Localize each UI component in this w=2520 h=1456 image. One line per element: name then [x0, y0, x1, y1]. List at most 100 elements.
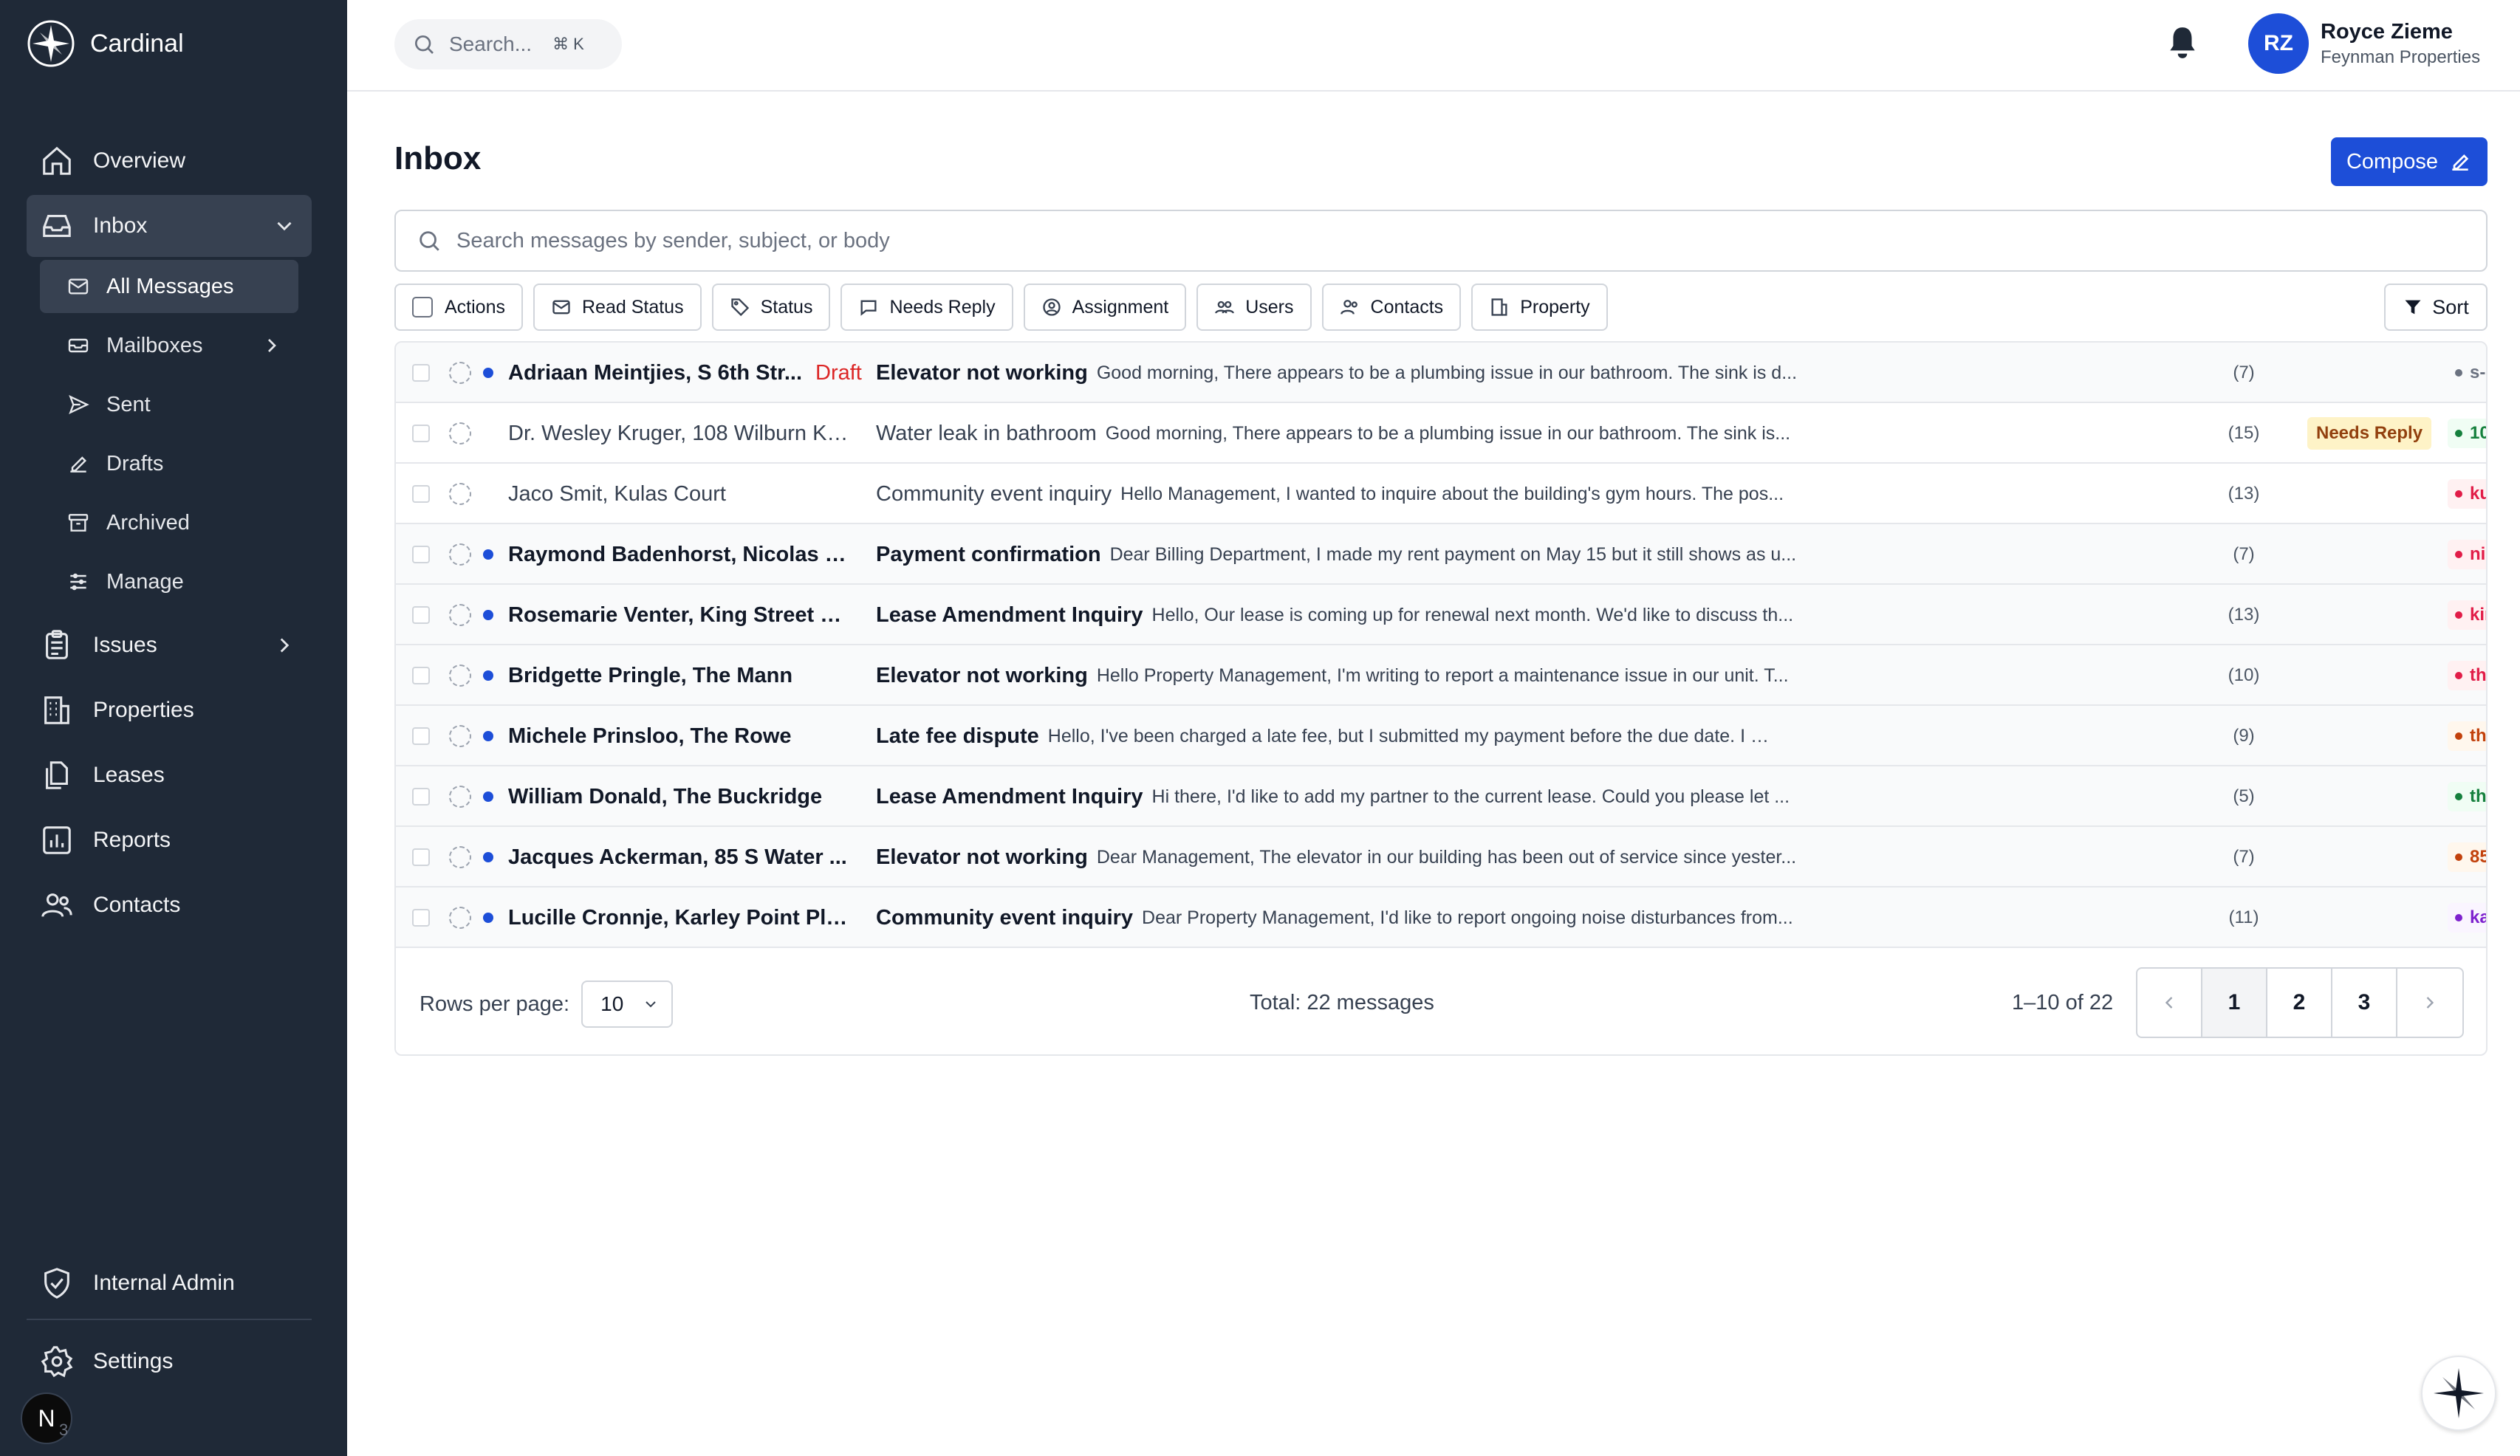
needs-reply-filter[interactable]: Needs Reply [840, 284, 1013, 331]
row-checkbox[interactable] [412, 706, 430, 766]
row-checkbox[interactable] [412, 827, 430, 887]
page-button-3[interactable]: 3 [2332, 969, 2397, 1037]
row-checkbox[interactable] [412, 585, 430, 645]
status-circle-icon[interactable] [449, 403, 471, 464]
brand[interactable]: Cardinal [27, 19, 184, 68]
compass-star-icon [2434, 1368, 2484, 1418]
row-subject: Lease Amendment Inquiry [876, 602, 1143, 627]
status-filter[interactable]: Status [711, 284, 831, 331]
row-checkbox[interactable] [412, 464, 430, 524]
nav-contacts[interactable]: Contacts [27, 874, 312, 936]
actions-label: Actions [445, 296, 505, 317]
table-row[interactable]: William Donald, The Buckridge Lease Amen… [396, 766, 2486, 827]
rows-per-page-select[interactable]: 10 [581, 981, 674, 1028]
message-search-input[interactable]: Search messages by sender, subject, or b… [394, 210, 2488, 272]
row-preview: Hello Property Management, I'm writing t… [1096, 665, 1789, 686]
page-button-1[interactable]: 1 [2202, 969, 2267, 1037]
property-tag[interactable]: 85-s-water-str... [2448, 827, 2486, 887]
total-messages: Total: 22 messages [1250, 991, 1434, 1014]
row-sender: Lucille Cronnje, Karley Point Place [508, 905, 851, 930]
status-circle-icon[interactable] [449, 645, 471, 706]
table-row[interactable]: Dr. Wesley Kruger, 108 Wilburn Ke... Wat… [396, 403, 2486, 464]
sub-all-messages[interactable]: All Messages [40, 260, 298, 313]
sub-manage[interactable]: Manage [40, 555, 298, 608]
search-icon [420, 231, 439, 251]
page-button-2[interactable]: 2 [2267, 969, 2332, 1037]
property-tag[interactable]: kulas-court [2448, 464, 2486, 524]
row-checkbox[interactable] [412, 343, 430, 403]
bell-icon[interactable] [2164, 22, 2201, 63]
sub-sent[interactable]: Sent [40, 378, 298, 431]
row-checkbox[interactable] [412, 524, 430, 585]
table-row[interactable]: Rosemarie Venter, King Street Pl... Leas… [396, 585, 2486, 645]
property-tag[interactable]: 108-wilburn-ke... [2448, 403, 2486, 464]
table-row[interactable]: Lucille Cronnje, Karley Point Place Comm… [396, 887, 2486, 948]
sort-button[interactable]: Sort [2384, 284, 2488, 331]
row-checkbox[interactable] [412, 766, 430, 827]
row-subject: Late fee dispute [876, 724, 1039, 748]
actions-button[interactable]: Actions [394, 284, 523, 331]
chevron-down-icon[interactable] [272, 213, 297, 238]
assistant-fab[interactable] [2421, 1356, 2496, 1431]
row-checkbox[interactable] [412, 887, 430, 948]
property-tag[interactable]: karley-point-pl... [2448, 887, 2486, 948]
property-tag[interactable]: s-6th-street-p... [2448, 343, 2486, 403]
nav-inbox[interactable]: Inbox [27, 195, 312, 257]
status-circle-icon[interactable] [449, 585, 471, 645]
row-sender: Bridgette Pringle, The Mann [508, 663, 793, 687]
status-circle-icon[interactable] [449, 343, 471, 403]
next-page-button[interactable] [2397, 969, 2462, 1037]
status-circle-icon[interactable] [449, 706, 471, 766]
read-status-filter[interactable]: Read Status [533, 284, 702, 331]
global-search-input[interactable]: Search... ⌘ K [394, 19, 622, 69]
property-tag[interactable]: the-rowe [2448, 706, 2486, 766]
table-row[interactable]: Raymond Badenhorst, Nicolas Pl... Paymen… [396, 524, 2486, 585]
status-circle-icon[interactable] [449, 887, 471, 948]
status-circle-icon[interactable] [449, 766, 471, 827]
nav-reports-label: Reports [93, 828, 171, 852]
unread-dot-icon [483, 343, 493, 403]
row-preview: Hello Management, I wanted to inquire ab… [1120, 483, 1784, 504]
nav-reports[interactable]: Reports [27, 809, 312, 871]
property-tag[interactable]: king-street-place [2448, 585, 2486, 645]
nav-properties[interactable]: Properties [27, 679, 312, 741]
row-sender: Dr. Wesley Kruger, 108 Wilburn Ke... [508, 421, 851, 445]
table-row[interactable]: Jacques Ackerman, 85 S Water ... Elevato… [396, 827, 2486, 887]
inbox-icon [43, 215, 71, 237]
row-sender: Raymond Badenhorst, Nicolas Pl... [508, 542, 851, 566]
property-tag[interactable]: nicolas-place [2448, 524, 2486, 585]
table-row[interactable]: Jaco Smit, Kulas Court Community event i… [396, 464, 2486, 524]
sub-mailboxes[interactable]: Mailboxes [40, 319, 298, 372]
nav-overview[interactable]: Overview [27, 130, 312, 192]
clipboard-icon [46, 630, 68, 659]
property-tag[interactable]: the-mann [2448, 645, 2486, 706]
prev-page-button[interactable] [2137, 969, 2202, 1037]
table-row[interactable]: Michele Prinsloo, The Rowe Late fee disp… [396, 706, 2486, 766]
chevron-right-icon[interactable] [260, 334, 284, 357]
nav-issues[interactable]: Issues [27, 614, 312, 676]
sub-archived[interactable]: Archived [40, 496, 298, 549]
row-message: Elevator not working Dear Management, Th… [876, 827, 2205, 887]
property-tag[interactable]: the-buckridge [2448, 766, 2486, 827]
property-filter[interactable]: Property [1471, 284, 1608, 331]
rows-per-page: Rows per page: 10 [420, 981, 674, 1028]
status-circle-icon[interactable] [449, 464, 471, 524]
nav-leases[interactable]: Leases [27, 744, 312, 806]
assignment-label: Assignment [1072, 296, 1169, 317]
nav-settings[interactable]: Settings [27, 1330, 312, 1393]
status-circle-icon[interactable] [449, 827, 471, 887]
nav-internal-admin[interactable]: Internal Admin [27, 1252, 312, 1314]
sub-drafts[interactable]: Drafts [40, 437, 298, 490]
contacts-filter[interactable]: Contacts [1321, 284, 1462, 331]
users-filter[interactable]: Users [1196, 284, 1312, 331]
table-row[interactable]: Adriaan Meintjies, S 6th Str... Draft El… [396, 343, 2486, 403]
select-all-checkbox[interactable] [412, 297, 433, 317]
assignment-filter[interactable]: Assignment [1023, 284, 1187, 331]
row-checkbox[interactable] [412, 403, 430, 464]
status-circle-icon[interactable] [449, 524, 471, 585]
compose-button[interactable]: Compose [2331, 137, 2488, 186]
user-menu[interactable]: RZ Royce Zieme Feynman Properties [2248, 13, 2480, 74]
chevron-right-icon[interactable] [272, 633, 297, 658]
table-row[interactable]: Bridgette Pringle, The Mann Elevator not… [396, 645, 2486, 706]
row-checkbox[interactable] [412, 645, 430, 706]
